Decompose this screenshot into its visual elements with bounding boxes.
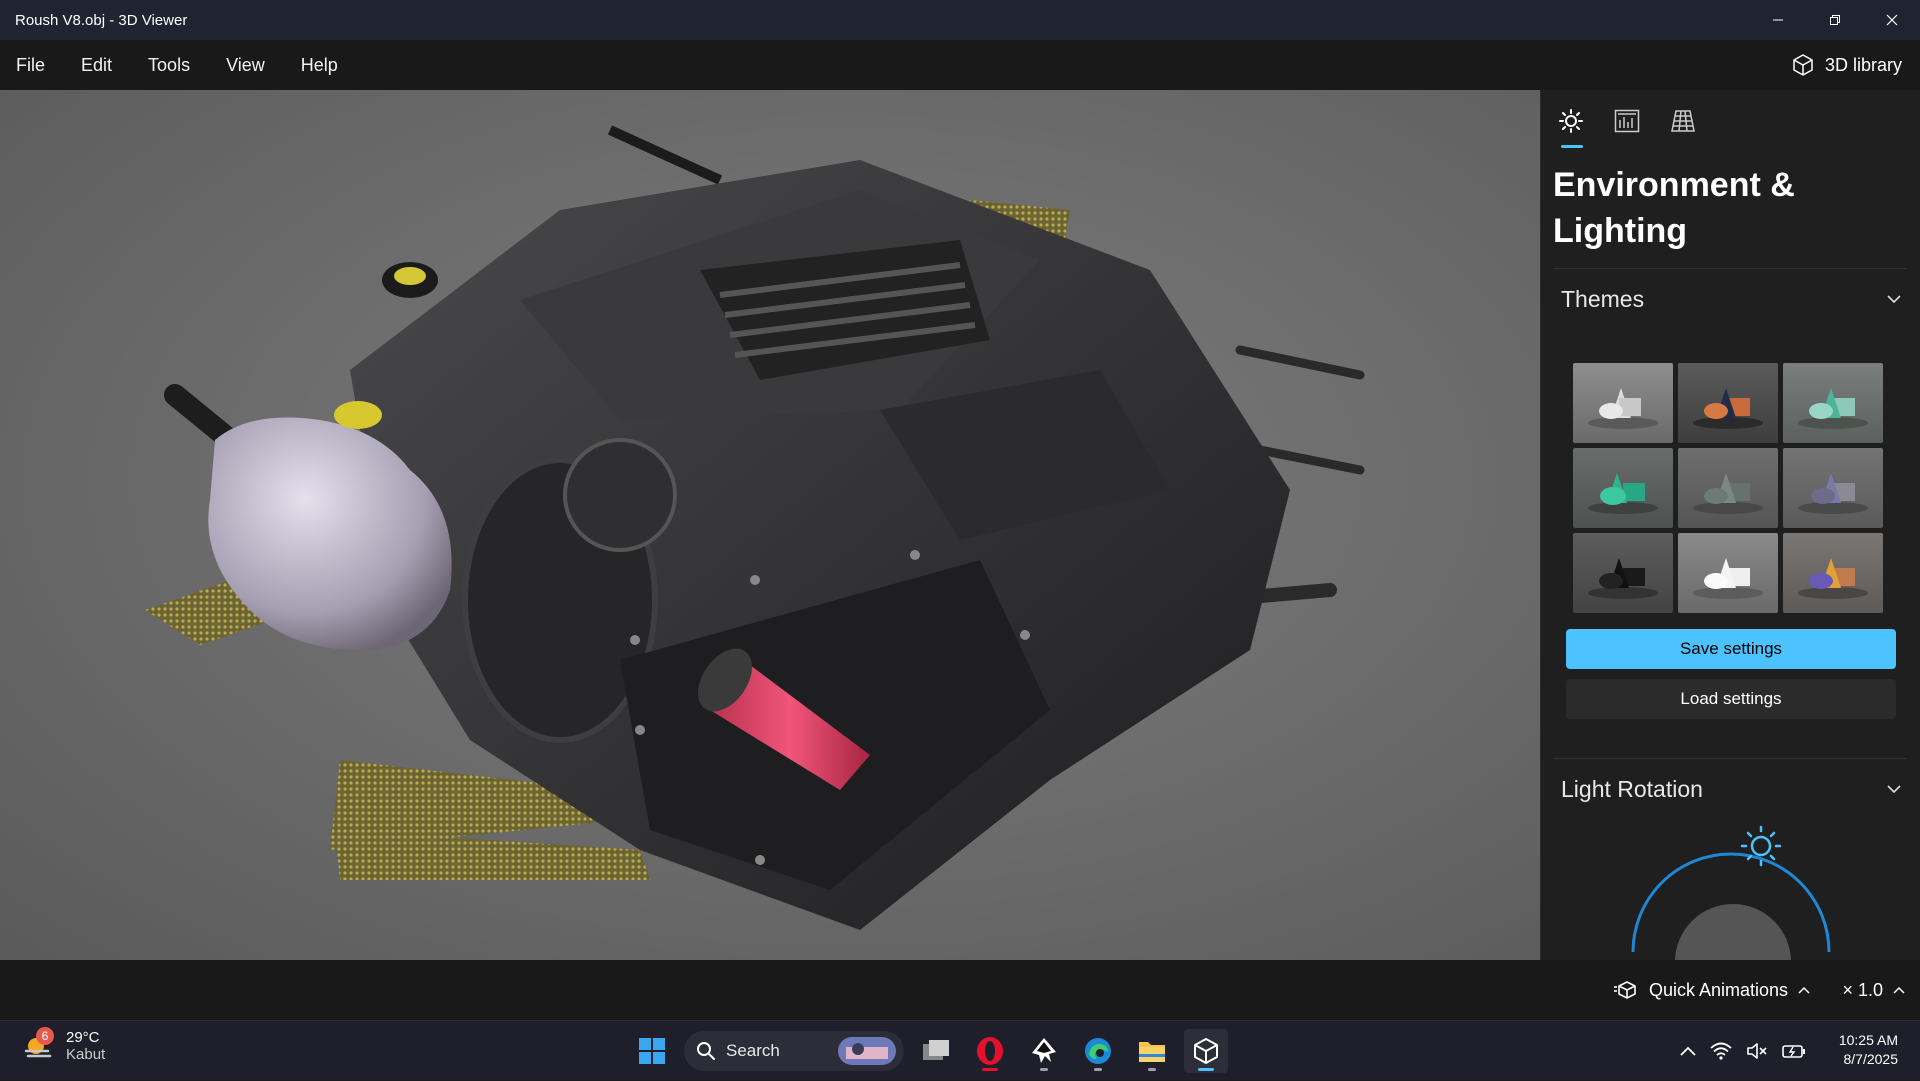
clock-time: 10:25 AM [1838, 1032, 1898, 1048]
task-view-button[interactable] [914, 1029, 958, 1073]
file-explorer-button[interactable] [1130, 1029, 1174, 1073]
3d-library-label: 3D library [1824, 54, 1902, 75]
light-rotation-dial[interactable] [1621, 822, 1841, 960]
weather-icon: 6 [22, 1027, 56, 1063]
themes-label: Themes [1561, 285, 1645, 312]
minimize-button[interactable] [1749, 0, 1806, 40]
app-running-indicator [1148, 1068, 1156, 1071]
grid-icon [1671, 110, 1695, 132]
app-running-indicator [982, 1068, 998, 1071]
3d-viewer-icon [1194, 1038, 1218, 1064]
clock-date: 8/7/2025 [1843, 1051, 1899, 1067]
windows-taskbar: 6 29°C Kabut Search 10:25 AM 8/7/2025 [0, 1020, 1920, 1080]
stats-icon [1614, 109, 1640, 133]
task-view-icon [923, 1040, 949, 1060]
themes-section-toggle[interactable]: Themes [1561, 279, 1901, 319]
folder-icon [1139, 1042, 1165, 1062]
weather-widget[interactable]: 6 29°C Kabut [22, 1027, 106, 1063]
engine-model[interactable] [0, 90, 1540, 960]
taskbar-apps: Search [630, 1029, 1228, 1073]
chevron-down-icon [1887, 784, 1901, 793]
chevron-up-icon[interactable] [1680, 1046, 1696, 1056]
theme-tile-lavender[interactable] [1783, 448, 1883, 528]
theme-tile-teal-dark[interactable] [1573, 448, 1673, 528]
app-running-indicator [1198, 1068, 1214, 1071]
animation-bar: Quick Animations × 1.0 [0, 960, 1920, 1020]
divider [1553, 268, 1907, 269]
animation-cube-icon [1613, 981, 1636, 999]
quick-animations-button[interactable]: Quick Animations [1613, 960, 1810, 1020]
3d-viewport[interactable] [0, 90, 1540, 960]
environment-panel: Environment & Lighting Themes Save setti… [1540, 90, 1920, 960]
playback-speed-button[interactable]: × 1.0 [1842, 960, 1905, 1020]
search-placeholder: Search [726, 1041, 780, 1060]
weather-temperature: 29°C [66, 1029, 100, 1046]
menu-tools[interactable]: Tools [130, 40, 208, 90]
window-controls [1749, 0, 1920, 40]
system-tray [1680, 1021, 1806, 1081]
menu-edit[interactable]: Edit [63, 40, 130, 90]
light-rotation-section-toggle[interactable]: Light Rotation [1561, 769, 1901, 809]
3d-library-button[interactable]: 3D library [1791, 40, 1902, 90]
save-settings-button[interactable]: Save settings [1566, 629, 1896, 669]
edge-icon [1085, 1038, 1111, 1064]
menu-file[interactable]: File [0, 40, 63, 90]
close-button[interactable] [1863, 0, 1920, 40]
playback-speed-label: × 1.0 [1842, 979, 1883, 1000]
volume-muted-icon[interactable] [1746, 1042, 1768, 1060]
weather-badge: 6 [36, 1027, 54, 1045]
opera-icon [977, 1037, 1003, 1065]
divider [1553, 758, 1907, 759]
wifi-icon[interactable] [1710, 1042, 1732, 1060]
panel-tabs [1555, 104, 1699, 148]
search-icon [697, 1042, 715, 1060]
light-rotation-label: Light Rotation [1561, 775, 1703, 802]
theme-tile-multicolor[interactable] [1783, 533, 1883, 613]
tab-environment-lighting[interactable] [1555, 104, 1587, 148]
cube-icon [1793, 54, 1813, 76]
theme-tile-black[interactable] [1573, 533, 1673, 613]
battery-icon[interactable] [1782, 1043, 1806, 1059]
taskbar-search[interactable]: Search [684, 1031, 904, 1071]
quick-animations-label: Quick Animations [1648, 979, 1788, 1000]
clock[interactable]: 10:25 AM 8/7/2025 [1839, 1031, 1898, 1069]
title-bar: Roush V8.obj - 3D Viewer [0, 0, 1920, 40]
theme-tile-white[interactable] [1678, 533, 1778, 613]
theme-tile-orange[interactable] [1678, 363, 1778, 443]
restore-button[interactable] [1806, 0, 1863, 40]
close-icon [1886, 14, 1897, 26]
sun-icon [1559, 109, 1583, 133]
tab-stats[interactable] [1611, 104, 1643, 138]
windows-logo-icon [639, 1038, 665, 1064]
3d-viewer-app-button[interactable] [1184, 1029, 1228, 1073]
theme-tile-light-gray[interactable] [1573, 363, 1673, 443]
panel-title: Environment & Lighting [1553, 166, 1795, 250]
restore-icon [1829, 15, 1840, 25]
menu-bar: File Edit Tools View Help 3D library [0, 40, 1920, 90]
tab-mesh[interactable] [1667, 104, 1699, 138]
chevron-up-icon [1893, 986, 1905, 994]
search-highlight-image [838, 1037, 896, 1065]
start-button[interactable] [630, 1029, 674, 1073]
chevron-up-icon [1798, 986, 1810, 994]
window-title: Roush V8.obj - 3D Viewer [15, 11, 188, 29]
minimize-icon [1772, 19, 1783, 21]
menu-view[interactable]: View [208, 40, 283, 90]
app-running-indicator [1094, 1068, 1102, 1071]
inkscape-app-button[interactable] [1022, 1029, 1066, 1073]
load-settings-button[interactable]: Load settings [1566, 679, 1896, 719]
inkscape-icon [1032, 1038, 1056, 1063]
menu-help[interactable]: Help [283, 40, 356, 90]
chevron-down-icon [1887, 294, 1901, 303]
theme-tile-teal-light[interactable] [1783, 363, 1883, 443]
weather-condition: Kabut [66, 1046, 106, 1063]
theme-tile-slate[interactable] [1678, 448, 1778, 528]
app-running-indicator [1040, 1068, 1048, 1071]
edge-app-button[interactable] [1076, 1029, 1120, 1073]
themes-grid [1573, 363, 1883, 613]
opera-app-button[interactable] [968, 1029, 1012, 1073]
